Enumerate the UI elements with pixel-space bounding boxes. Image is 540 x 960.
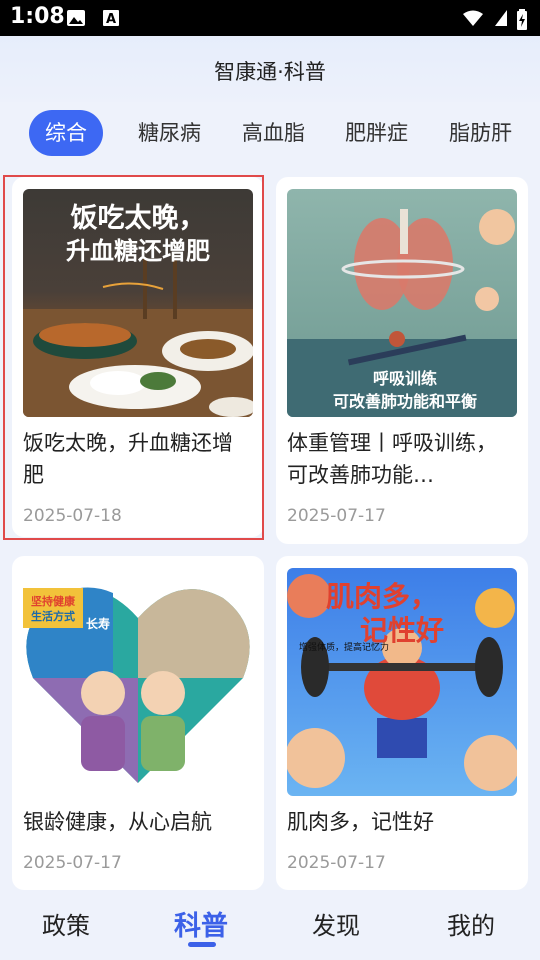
image-headline: 肌肉多， [326, 580, 438, 613]
article-title: 银龄健康，从心启航 [23, 810, 212, 834]
article-card[interactable]: 坚持健康 生活方式 长寿 银龄健康，从心启航 2025-07-17 [12, 556, 264, 890]
svg-text:A: A [106, 12, 116, 27]
heart-puzzle-image: 坚持健康 生活方式 长寿 [23, 587, 250, 783]
image-headline: 坚持健康 [31, 594, 76, 608]
page-title: 智康通·科普 [214, 60, 326, 84]
nav-policy[interactable]: 政策 [42, 906, 90, 941]
muscle-man-image: 肌肉多， 记性好 增强体质，提高记忆力 [287, 574, 517, 791]
status-time: 1:08 [10, 4, 65, 29]
wifi-icon [463, 10, 483, 26]
article-date: 2025-07-17 [287, 506, 386, 526]
nav-science[interactable]: 科普 [174, 904, 228, 943]
article-thumbnail: 坚持健康 生活方式 长寿 [23, 568, 253, 796]
image-icon [67, 10, 85, 26]
tab-hyperlipidemia[interactable]: 高血脂 [242, 110, 305, 156]
image-headline: 可改善肺功能和平衡 [333, 392, 477, 411]
signal-icon [495, 10, 507, 26]
tab-fatty-liver[interactable]: 脂肪肝 [449, 110, 512, 156]
article-title: 体重管理丨呼吸训练，可改善肺功能… [287, 431, 497, 487]
article-title: 肌肉多，记性好 [287, 810, 434, 834]
nav-active-indicator [188, 942, 216, 947]
tab-general[interactable]: 综合 [29, 110, 103, 156]
lungs-training-image: 呼吸训练 可改善肺功能和平衡 [287, 209, 517, 417]
nav-discover[interactable]: 发现 [312, 906, 360, 941]
nav-mine[interactable]: 我的 [447, 906, 495, 941]
image-headline: 升血糖还增肥 [66, 237, 210, 265]
article-thumbnail: 肌肉多， 记性好 增强体质，提高记忆力 [287, 568, 517, 796]
image-headline: 呼吸训练 [373, 369, 437, 388]
article-thumbnail: 饭吃太晚， 升血糖还增肥 [23, 189, 253, 417]
article-thumbnail: 呼吸训练 可改善肺功能和平衡 [287, 189, 517, 417]
article-title: 饭吃太晚，升血糖还增肥 [23, 431, 233, 487]
image-caption: 增强体质，提高记忆力 [299, 641, 389, 653]
battery-icon [517, 9, 527, 30]
article-card[interactable]: 肌肉多， 记性好 增强体质，提高记忆力 肌肉多，记性好 2025-07-17 [276, 556, 528, 890]
article-date: 2025-07-18 [23, 506, 122, 526]
dinner-plates-image: 饭吃太晚， 升血糖还增肥 [23, 203, 253, 417]
font-icon: A [103, 10, 119, 27]
image-headline: 长寿 [86, 616, 110, 631]
article-date: 2025-07-17 [287, 853, 386, 873]
article-card[interactable]: 饭吃太晚， 升血糖还增肥 饭吃太晚，升血糖还增肥 2025-07-18 [12, 177, 264, 537]
article-date: 2025-07-17 [23, 853, 122, 873]
tab-obesity[interactable]: 肥胖症 [345, 110, 408, 156]
image-headline: 生活方式 [31, 609, 75, 623]
image-headline: 饭吃太晚， [71, 203, 206, 234]
tab-diabetes[interactable]: 糖尿病 [138, 110, 201, 156]
category-tabs: 综合 糖尿病 高血脂 肥胖症 脂肪肝 [0, 110, 540, 158]
article-card[interactable]: 呼吸训练 可改善肺功能和平衡 体重管理丨呼吸训练，可改善肺功能… 2025-07… [276, 177, 528, 544]
bottom-navigation: 政策 科普 发现 我的 [0, 890, 540, 960]
status-bar: 1:08 A [0, 0, 540, 36]
